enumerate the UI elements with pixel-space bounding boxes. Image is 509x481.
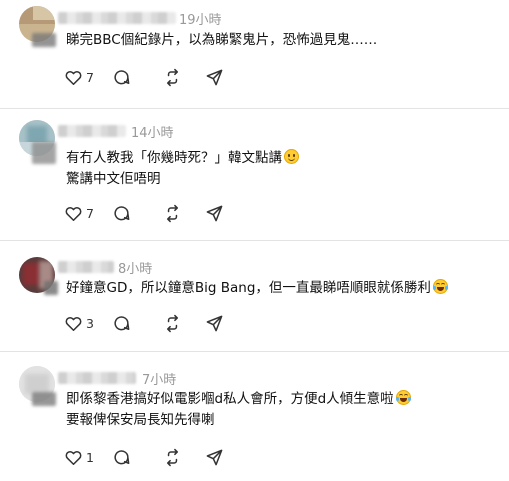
timestamp: 7小時 [142,373,177,388]
repost-button[interactable] [163,448,183,468]
reply-text: 好鐘意GD，所以鐘意Big Bang，但一直最睇唔順眼就係勝利 [66,278,448,299]
reply-item: 8小時 好鐘意GD，所以鐘意Big Bang，但一直最睇唔順眼就係勝利 3 [0,241,509,351]
heart-icon [65,206,82,221]
avatar-badge [32,33,56,47]
repost-button[interactable] [163,314,183,334]
like-button[interactable]: 1 [64,448,104,468]
avatar-badge [32,392,56,406]
heart-icon [65,450,82,465]
tears-of-joy-emoji [395,390,411,405]
like-button[interactable]: 7 [64,68,104,88]
username-blurred[interactable] [58,125,126,137]
reply-text-line: 好鐘意GD，所以鐘意Big Bang，但一直最睇唔順眼就係勝利 [66,278,448,299]
send-icon [206,69,223,86]
reply-text: 有冇人教我「你幾時死？」韓文點講 驚講中文佢唔明 [66,148,299,190]
comment-bubble-icon [114,70,130,85]
send-icon [206,449,223,466]
repost-icon [166,314,179,333]
comment-button[interactable] [112,448,132,468]
like-count: 7 [86,70,94,85]
timestamp: 19小時 [179,13,222,28]
avatar-badge [32,142,56,164]
username-blurred[interactable] [58,261,114,273]
avatar-badge [44,281,58,295]
username-blurred[interactable] [58,372,136,384]
timestamp: 8小時 [118,262,153,277]
like-button[interactable]: 3 [64,314,104,334]
reply-text-line: 驚講中文佢唔明 [66,171,161,187]
like-button[interactable]: 7 [64,204,104,224]
reply-text: 睇完BBC個紀錄片，以為睇緊鬼片，恐怖過見鬼…… [66,30,377,51]
heart-icon [65,70,82,85]
username-blurred[interactable] [58,12,176,24]
like-count: 3 [86,316,94,331]
share-button[interactable] [205,448,225,468]
reply-item: 14小時 有冇人教我「你幾時死？」韓文點講 驚講中文佢唔明 7 [0,109,509,240]
reply-item: 7小時 即係黎香港搞好似電影嗰d私人會所，方便d人傾生意啦 要報俾保安局長知先得… [0,352,509,481]
share-button[interactable] [205,68,225,88]
heart-icon [65,316,82,331]
tears-of-joy-emoji [432,279,448,294]
send-icon [206,315,223,332]
reply-text-line: 要報俾保安局長知先得喇 [66,412,215,428]
repost-button[interactable] [163,204,183,224]
comment-bubble-icon [114,316,130,331]
comment-button[interactable] [112,204,132,224]
reply-item: 19小時 睇完BBC個紀錄片，以為睇緊鬼片，恐怖過見鬼…… 7 [0,0,509,108]
repost-icon [166,448,179,467]
comment-button[interactable] [112,314,132,334]
repost-icon [166,68,179,87]
comment-bubble-icon [114,206,130,221]
timestamp: 14小時 [131,126,174,141]
share-button[interactable] [205,204,225,224]
reply-text: 即係黎香港搞好似電影嗰d私人會所，方便d人傾生意啦 要報俾保安局長知先得喇 [66,389,411,431]
like-count: 7 [86,206,94,221]
smiling-face-emoji [284,149,299,164]
repost-button[interactable] [163,68,183,88]
comment-bubble-icon [114,450,130,465]
reply-text-line: 睇完BBC個紀錄片，以為睇緊鬼片，恐怖過見鬼…… [66,32,378,48]
replies-feed: 19小時 睇完BBC個紀錄片，以為睇緊鬼片，恐怖過見鬼…… 7 14小時 有冇人… [0,0,509,481]
share-button[interactable] [205,314,225,334]
reply-text-line: 即係黎香港搞好似電影嗰d私人會所，方便d人傾生意啦 [66,389,411,410]
send-icon [206,205,223,222]
reply-text-line: 有冇人教我「你幾時死？」韓文點講 [66,148,299,169]
like-count: 1 [86,450,94,465]
repost-icon [166,204,179,223]
comment-button[interactable] [112,68,132,88]
